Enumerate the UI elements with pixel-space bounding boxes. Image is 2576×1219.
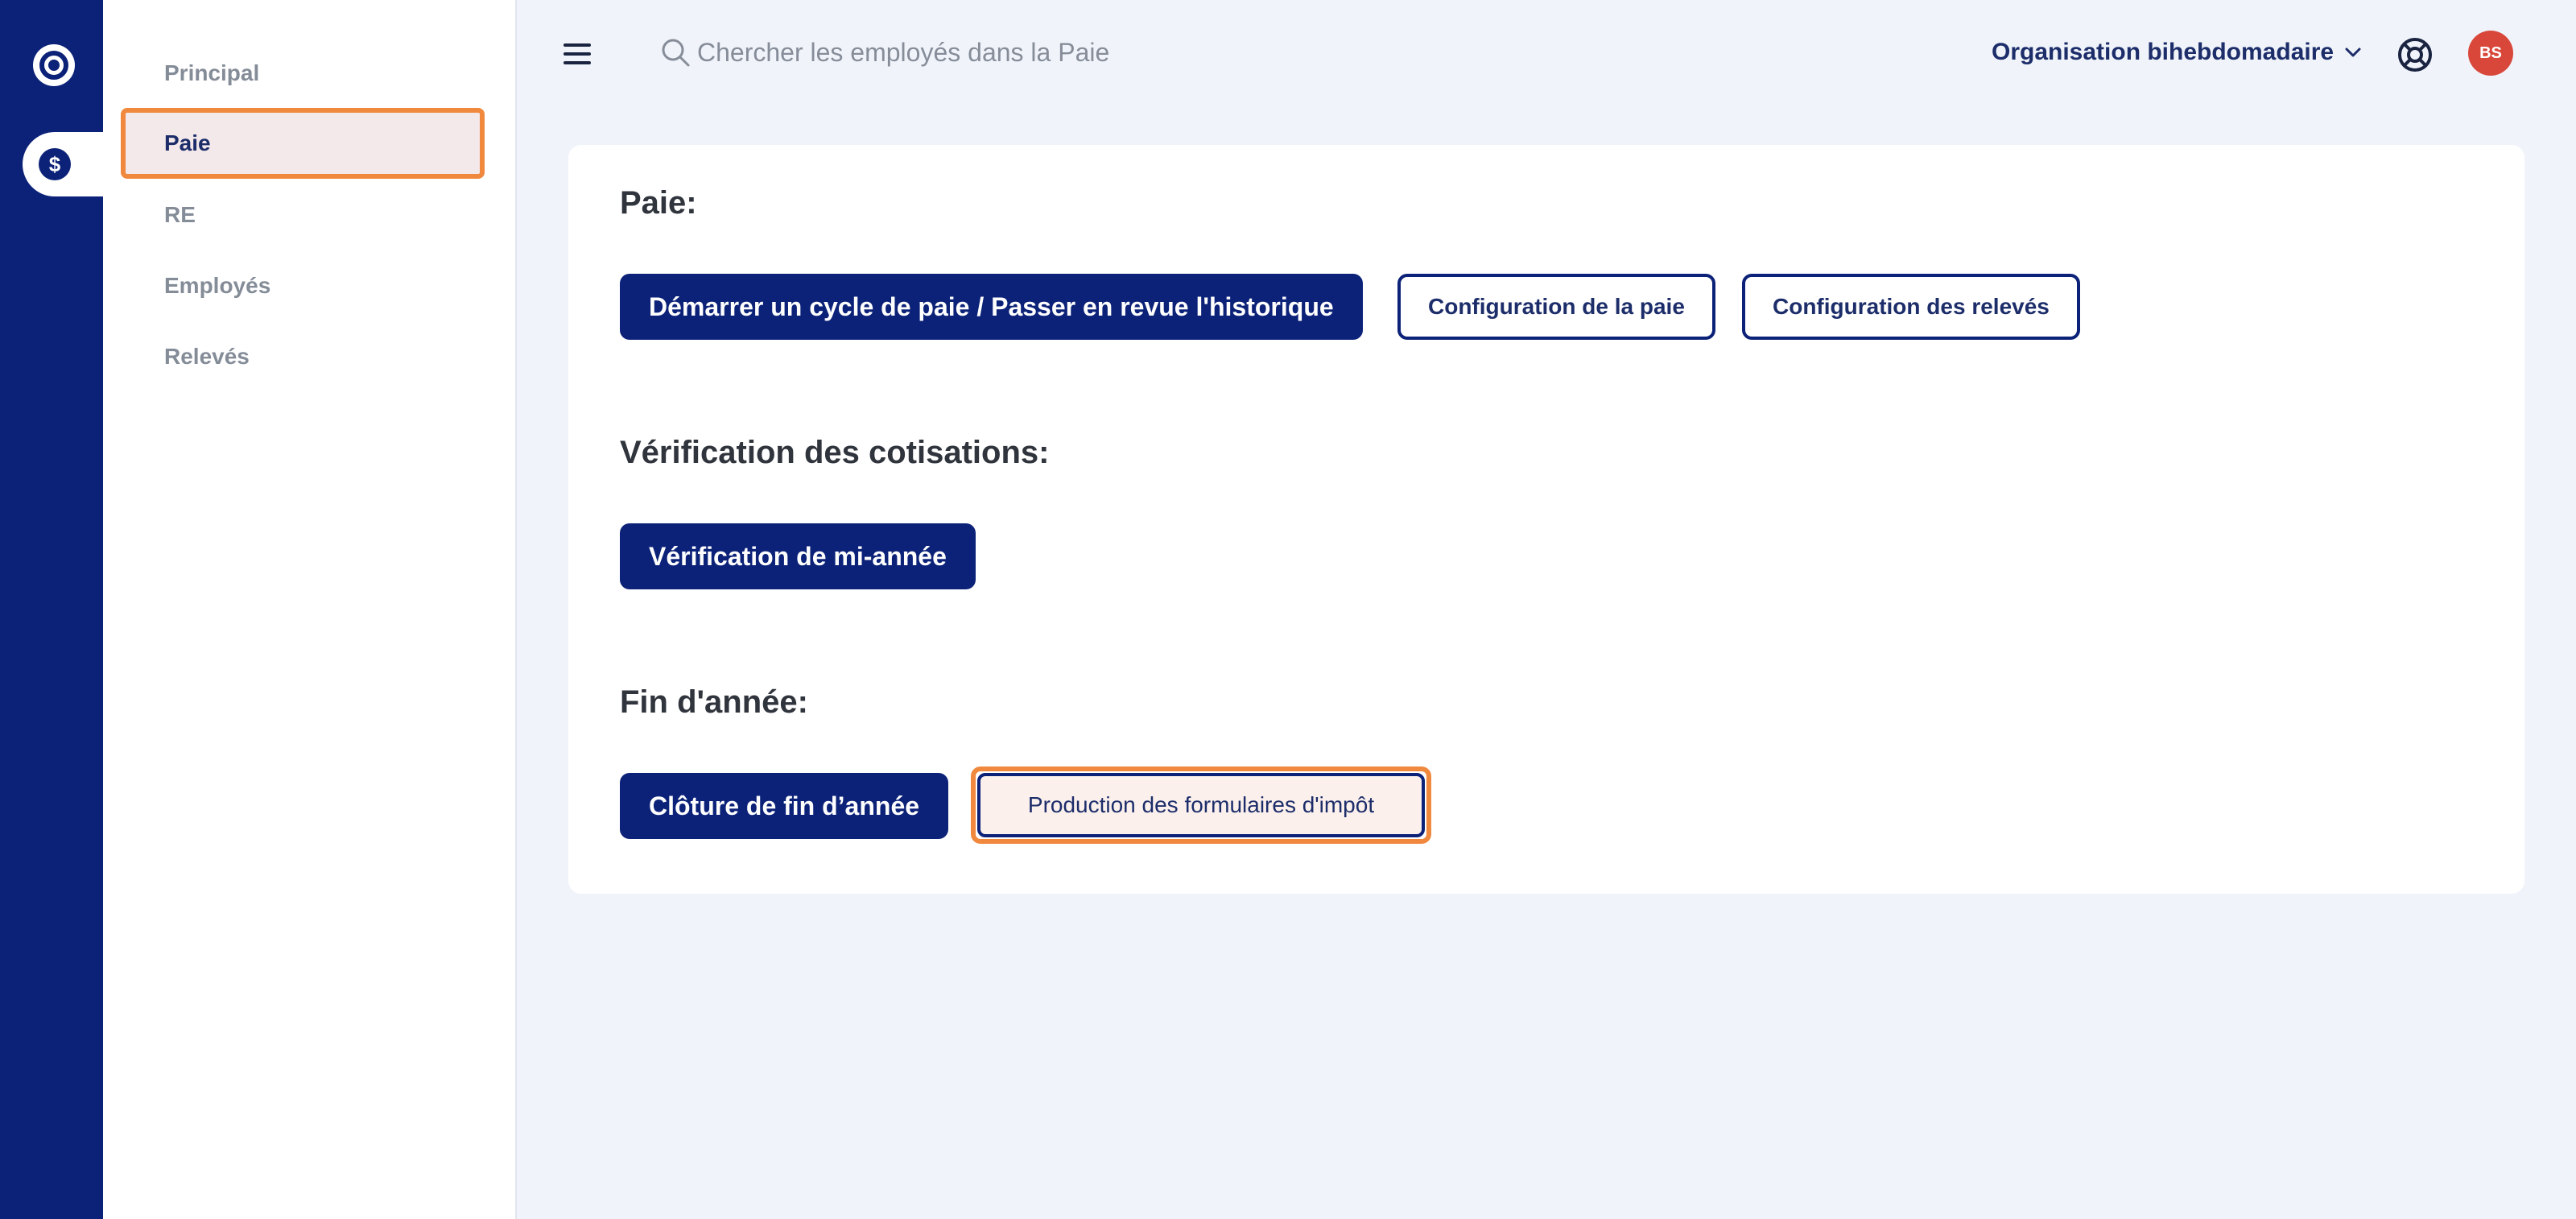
section-title-verification: Vérification des cotisations: xyxy=(620,435,1050,470)
organization-selector[interactable]: Organisation bihebdomadaire xyxy=(1992,34,2364,71)
tax-forms-highlight: Production des formulaires d'impôt xyxy=(971,767,1431,844)
dollar-icon[interactable]: $ xyxy=(39,148,71,180)
sidebar-item-label: Principal xyxy=(164,60,260,85)
search-icon xyxy=(662,39,690,67)
section-title-paie: Paie: xyxy=(620,185,697,221)
sidebar-item-paie[interactable]: Paie xyxy=(121,108,485,179)
organization-label: Organisation bihebdomadaire xyxy=(1992,39,2334,65)
avatar[interactable]: BS xyxy=(2468,31,2513,76)
payroll-card: Paie: Démarrer un cycle de paie / Passer… xyxy=(568,145,2524,894)
sidebar-item-label: Paie xyxy=(164,130,211,155)
sidebar-item-label: Relevés xyxy=(164,344,250,369)
ring-logo-icon[interactable] xyxy=(33,44,75,86)
search-input[interactable]: Chercher les employés dans la Paie xyxy=(697,35,1109,70)
year-end-closing-button[interactable]: Clôture de fin d’année xyxy=(620,773,949,839)
lifebuoy-icon[interactable] xyxy=(2396,35,2434,74)
sidebar-item-re[interactable]: RE xyxy=(121,180,485,250)
sidebar-item-principal[interactable]: Principal xyxy=(121,38,485,109)
mid-year-verification-button[interactable]: Vérification de mi-année xyxy=(620,523,976,589)
app-rail: $ xyxy=(0,0,103,1219)
start-payroll-cycle-button[interactable]: Démarrer un cycle de paie / Passer en re… xyxy=(620,274,1363,340)
sidebar-item-label: RE xyxy=(164,202,196,227)
sidebar-item-employes[interactable]: Employés xyxy=(121,250,485,321)
section-title-year-end: Fin d'année: xyxy=(620,684,808,720)
chevron-down-icon xyxy=(2345,48,2361,57)
payroll-configuration-button[interactable]: Configuration de la paie xyxy=(1397,274,1715,340)
sidebar: Principal Paie RE Employés Relevés xyxy=(103,0,517,1219)
sidebar-item-label: Employés xyxy=(164,273,271,298)
statements-configuration-button[interactable]: Configuration des relevés xyxy=(1742,274,2080,340)
sidebar-item-releves[interactable]: Relevés xyxy=(121,321,485,392)
tax-forms-production-button[interactable]: Production des formulaires d'impôt xyxy=(977,773,1425,837)
hamburger-icon[interactable] xyxy=(564,43,591,64)
